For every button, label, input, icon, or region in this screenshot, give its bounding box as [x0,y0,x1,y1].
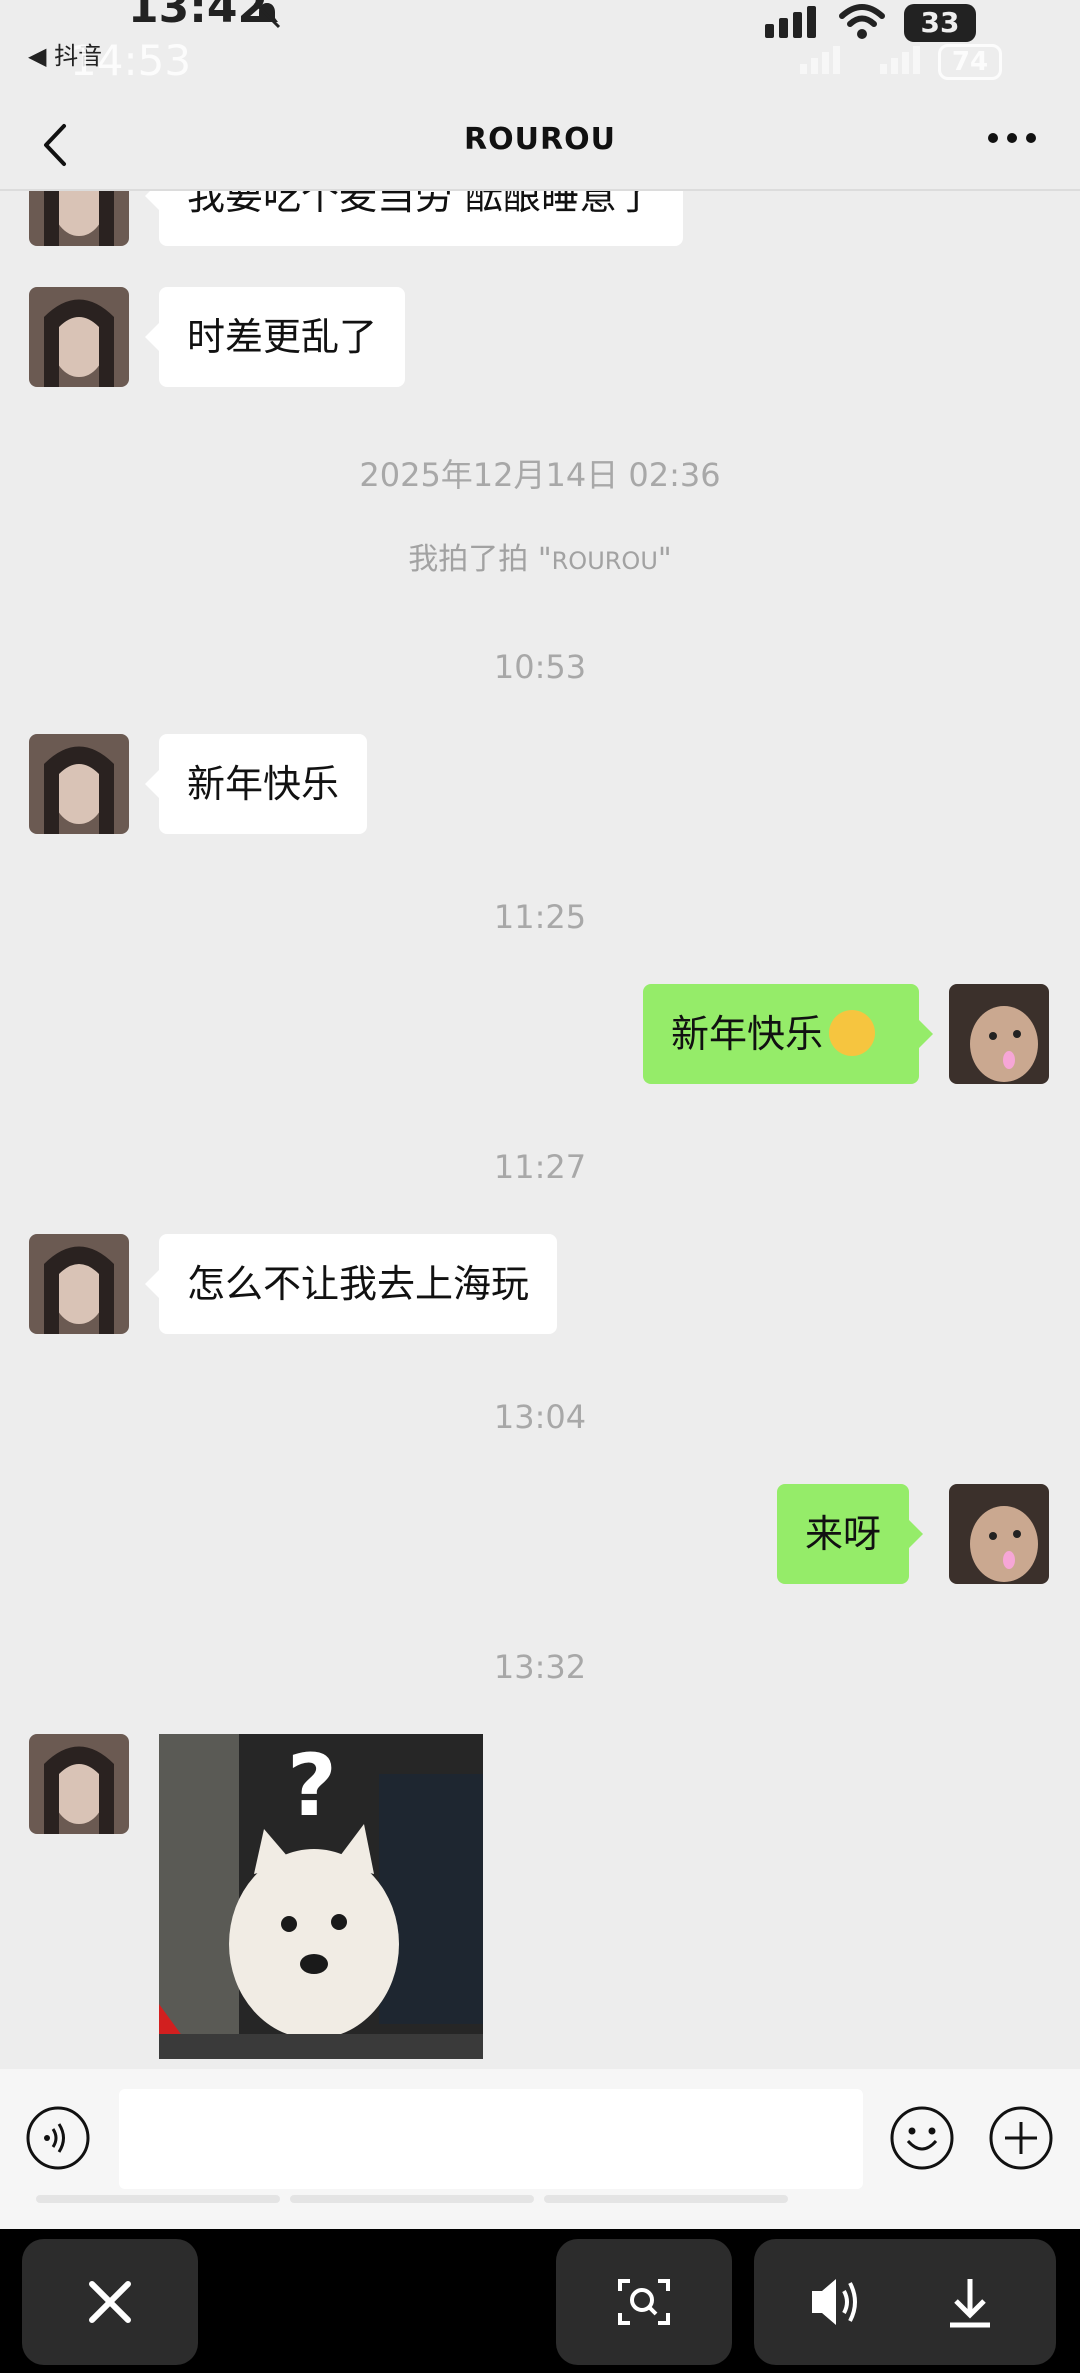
message-row: 我要吃个麦当劳 酝酿睡意了 [0,191,1080,246]
header-divider [0,190,1080,191]
contact-avatar[interactable] [29,1234,129,1334]
message-text: 怎么不让我去上海玩 [187,1262,530,1306]
message-text: 时差更乱了 [187,315,378,359]
speaker-icon[interactable] [754,2239,904,2365]
progress-segment [36,2195,280,2203]
progress-segment [544,2195,788,2203]
question-mark: ? [287,1736,337,1836]
input-bar [0,2069,1080,2229]
timestamp: 10:53 [493,648,587,686]
scan-button[interactable] [556,2239,732,2365]
progress-segment [290,2195,534,2203]
timestamp: 11:25 [493,898,587,936]
message-input[interactable] [119,2089,863,2189]
message-bubble-incoming[interactable]: 时差更乱了 [144,287,406,387]
message-bubble-outgoing[interactable]: 来呀 [777,1484,924,1584]
contact-avatar[interactable] [29,734,129,834]
my-avatar[interactable] [949,1484,1049,1584]
grin-emoji-icon [829,1009,876,1056]
message-text: 新年快乐 [671,1012,824,1056]
battery-indicator: 33 [904,4,976,42]
message-bubble-incoming[interactable]: 我要吃个麦当劳 酝酿睡意了 [144,191,684,246]
pat-notice: 我拍了拍 "ROUROU" [0,534,1080,578]
message-bubble-incoming[interactable]: 新年快乐 [144,734,368,834]
scan-icon [618,2279,670,2325]
cellular-signal-icon [765,6,816,38]
download-icon[interactable] [904,2239,1056,2365]
message-bubble-incoming[interactable]: 怎么不让我去上海玩 [144,1234,558,1334]
wifi-icon [839,4,885,39]
dog-sticker-image[interactable]: ? [159,1734,483,2059]
timestamp: 13:32 [493,1648,587,1686]
pat-suffix: " [657,542,672,577]
status-time: 13:42 [128,0,269,33]
contact-avatar[interactable] [29,191,129,246]
message-bubble-outgoing[interactable]: 新年快乐 [643,984,933,1084]
my-avatar[interactable] [949,984,1049,1084]
viewer-toolbar [0,2229,1080,2373]
close-icon [89,2281,131,2323]
chat-title: ROUROU [464,122,616,157]
close-button[interactable] [22,2239,198,2365]
ghost-signal-icon [800,46,840,74]
timestamp: 11:27 [493,1148,587,1186]
contact-avatar[interactable] [29,287,129,387]
audio-download-group [754,2239,1056,2365]
chat-header: ROUROU [0,100,1080,190]
message-text: 来呀 [805,1512,882,1556]
contact-avatar[interactable] [29,1734,129,1834]
more-options-icon[interactable] [985,128,1039,148]
message-text: 新年快乐 [187,762,340,806]
plus-icon[interactable] [988,2105,1054,2171]
timestamp: 2025年12月14日 02:36 [359,456,721,494]
message-text: 我要吃个麦当劳 酝酿睡意了 [187,191,656,218]
voice-icon[interactable] [25,2105,91,2171]
ghost-signal-icon-2 [880,46,920,74]
status-bar: 13:42 ◀ 抖音 14:53 33 74 [0,0,1080,100]
ghost-battery-indicator: 74 [938,44,1002,80]
emoji-icon[interactable] [889,2105,955,2171]
mute-bell-icon [253,1,281,29]
timestamp: 13:04 [493,1398,587,1436]
pat-name: ROUROU [551,547,658,575]
ghost-time: 14:53 [70,36,192,85]
pat-prefix: 我拍了拍 " [408,542,552,577]
